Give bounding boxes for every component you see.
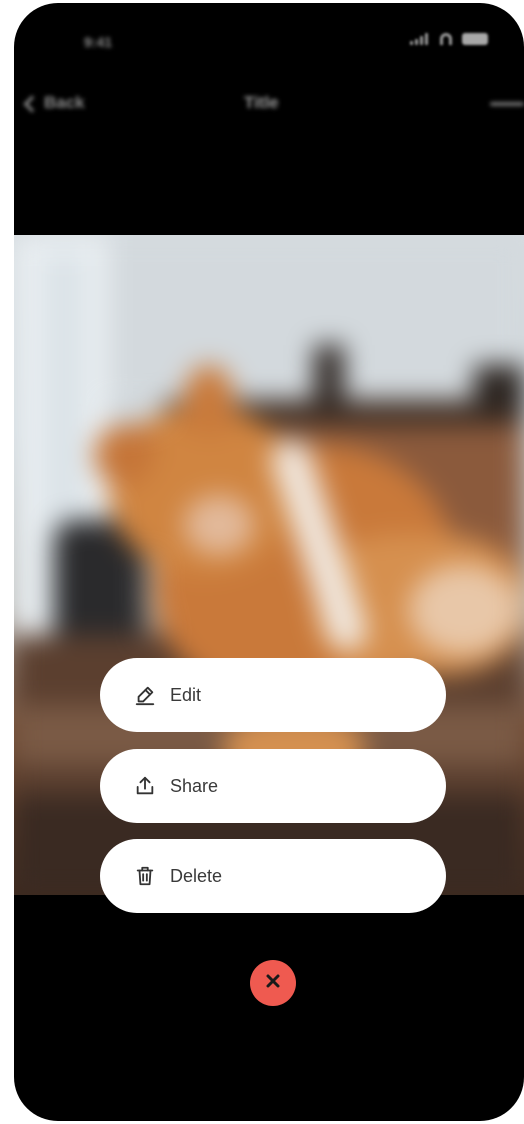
back-button[interactable]: Back	[23, 93, 85, 113]
close-button[interactable]	[250, 960, 296, 1006]
status-bar: 9:41	[14, 3, 524, 73]
share-button[interactable]: Share	[100, 749, 446, 823]
chevron-left-icon	[23, 95, 41, 113]
edit-button[interactable]: Edit	[100, 658, 446, 732]
wifi-icon	[438, 33, 454, 45]
pencil-icon	[134, 684, 156, 706]
delete-button[interactable]: Delete	[100, 839, 446, 913]
back-label: Back	[44, 93, 85, 112]
close-icon	[265, 973, 281, 994]
page-title: Title	[244, 93, 279, 112]
navigation-bar: Back Title	[14, 83, 524, 133]
cellular-signal-icon	[410, 33, 430, 45]
share-label: Share	[170, 775, 219, 796]
more-options-icon[interactable]	[490, 102, 524, 106]
share-icon	[134, 775, 156, 797]
phone-screen: 9:41 Back Title Edit Share Delete	[14, 3, 524, 1121]
trash-icon	[134, 865, 156, 887]
status-time: 9:41	[84, 34, 113, 50]
edit-label: Edit	[170, 684, 202, 705]
status-icons	[410, 33, 488, 45]
delete-label: Delete	[170, 865, 223, 886]
battery-icon	[462, 33, 488, 45]
